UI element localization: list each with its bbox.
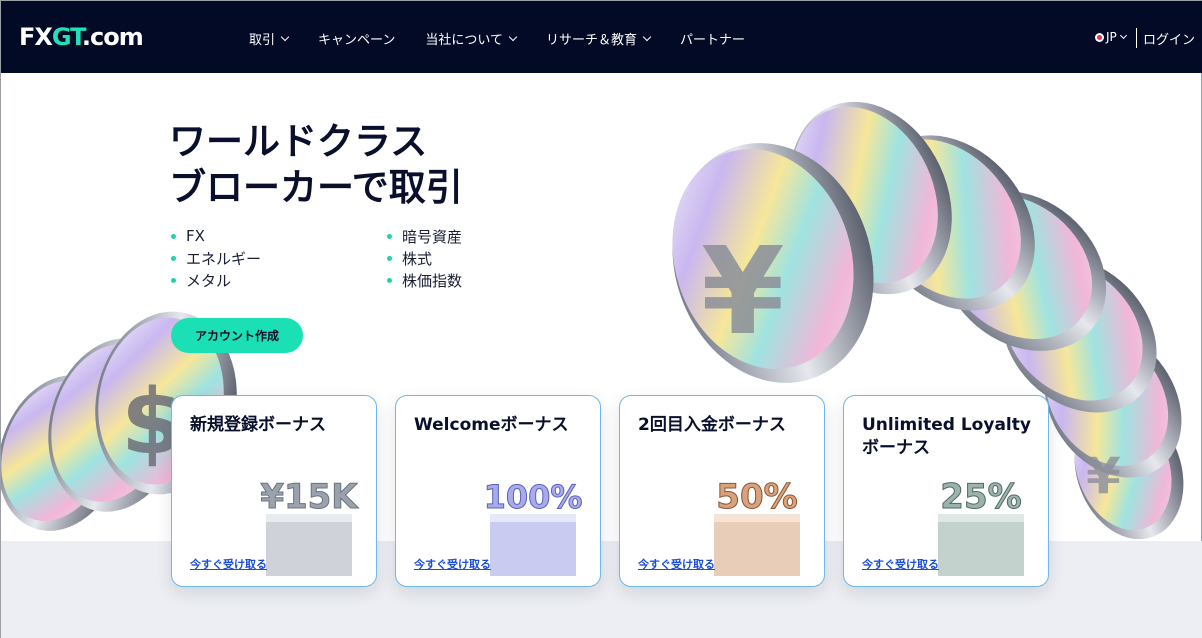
bullet-dot — [387, 233, 392, 239]
claim-now-link[interactable]: 今すぐ受け取る — [638, 556, 715, 572]
feature-fx: FX — [171, 227, 387, 245]
claim-now-link[interactable]: 今すぐ受け取る — [862, 556, 939, 572]
card-title: 新規登録ボーナス — [190, 415, 326, 435]
bonus-100-percent-badge-image: 100% — [483, 478, 583, 576]
feature-energy: エネルギー — [171, 249, 387, 268]
hero-title: ワールドクラス ブローカーで取引 — [169, 120, 463, 209]
card-title: Unlimited Loyalty ボーナス — [862, 415, 1031, 458]
header-divider — [1136, 28, 1137, 48]
bullet-dot — [171, 255, 176, 261]
feature-metals: メタル — [171, 271, 387, 290]
language-selector[interactable]: JP — [1095, 30, 1127, 44]
feature-stocks: 株式 — [387, 249, 507, 268]
japan-flag-icon — [1095, 32, 1104, 42]
bonus-25-percent-badge-image: 25% — [938, 477, 1024, 576]
card-title: Welcomeボーナス — [414, 415, 569, 435]
bullet-dot — [171, 233, 176, 239]
nav-item-campaign[interactable]: キャンペーン — [318, 29, 395, 48]
svg-text:100%: 100% — [484, 478, 583, 516]
chevron-down-icon — [280, 32, 290, 41]
bonus-card-second-deposit[interactable]: 2回目入金ボーナス 50% 今すぐ受け取る — [619, 395, 825, 587]
product-feature-list: FX 暗号資産 エネルギー 株式 メタル 株価指数 — [171, 227, 491, 290]
claim-now-link[interactable]: 今すぐ受け取る — [190, 556, 267, 572]
svg-text:50%: 50% — [716, 477, 797, 517]
card-title: 2回目入金ボーナス — [638, 415, 786, 435]
svg-text:25%: 25% — [940, 477, 1021, 517]
bonus-card-unlimited-loyalty[interactable]: Unlimited Loyalty ボーナス 25% 今すぐ受け取る — [843, 395, 1049, 587]
nav-item-about[interactable]: 当社について — [425, 29, 518, 48]
login-link[interactable]: ログイン — [1143, 29, 1195, 48]
svg-text:¥15K: ¥15K — [260, 477, 359, 517]
nav-item-partner[interactable]: パートナー — [680, 29, 745, 48]
chevron-down-icon — [508, 32, 518, 41]
svg-text:¥: ¥ — [701, 223, 785, 362]
create-account-button[interactable]: アカウント作成 — [171, 318, 303, 353]
bonus-card-welcome[interactable]: Welcomeボーナス 100% 今すぐ受け取る — [395, 395, 601, 587]
chevron-down-icon — [642, 32, 652, 41]
feature-crypto: 暗号資産 — [387, 227, 507, 246]
nav-item-research[interactable]: リサーチ＆教育 — [546, 29, 652, 48]
bonus-card-signup[interactable]: 新規登録ボーナス ¥15K 今すぐ受け取る — [171, 395, 377, 587]
chevron-down-icon — [1119, 31, 1127, 39]
top-navigation-bar: FXGT.com 取引 キャンペーン 当社について リサーチ＆教育 パートナー … — [1, 1, 1202, 73]
bonus-15k-badge-image: ¥15K — [260, 477, 360, 576]
feature-indices: 株価指数 — [387, 271, 507, 290]
svg-text:¥: ¥ — [1086, 447, 1121, 505]
bullet-dot — [387, 277, 392, 283]
nav-item-trading[interactable]: 取引 — [249, 29, 290, 48]
fxgt-logo[interactable]: FXGT.com — [19, 23, 144, 51]
bullet-dot — [387, 255, 392, 261]
bullet-dot — [171, 277, 176, 283]
bonus-50-percent-badge-image: 50% — [714, 477, 800, 576]
claim-now-link[interactable]: 今すぐ受け取る — [414, 556, 491, 572]
main-nav: 取引 キャンペーン 当社について リサーチ＆教育 パートナー — [249, 29, 775, 48]
